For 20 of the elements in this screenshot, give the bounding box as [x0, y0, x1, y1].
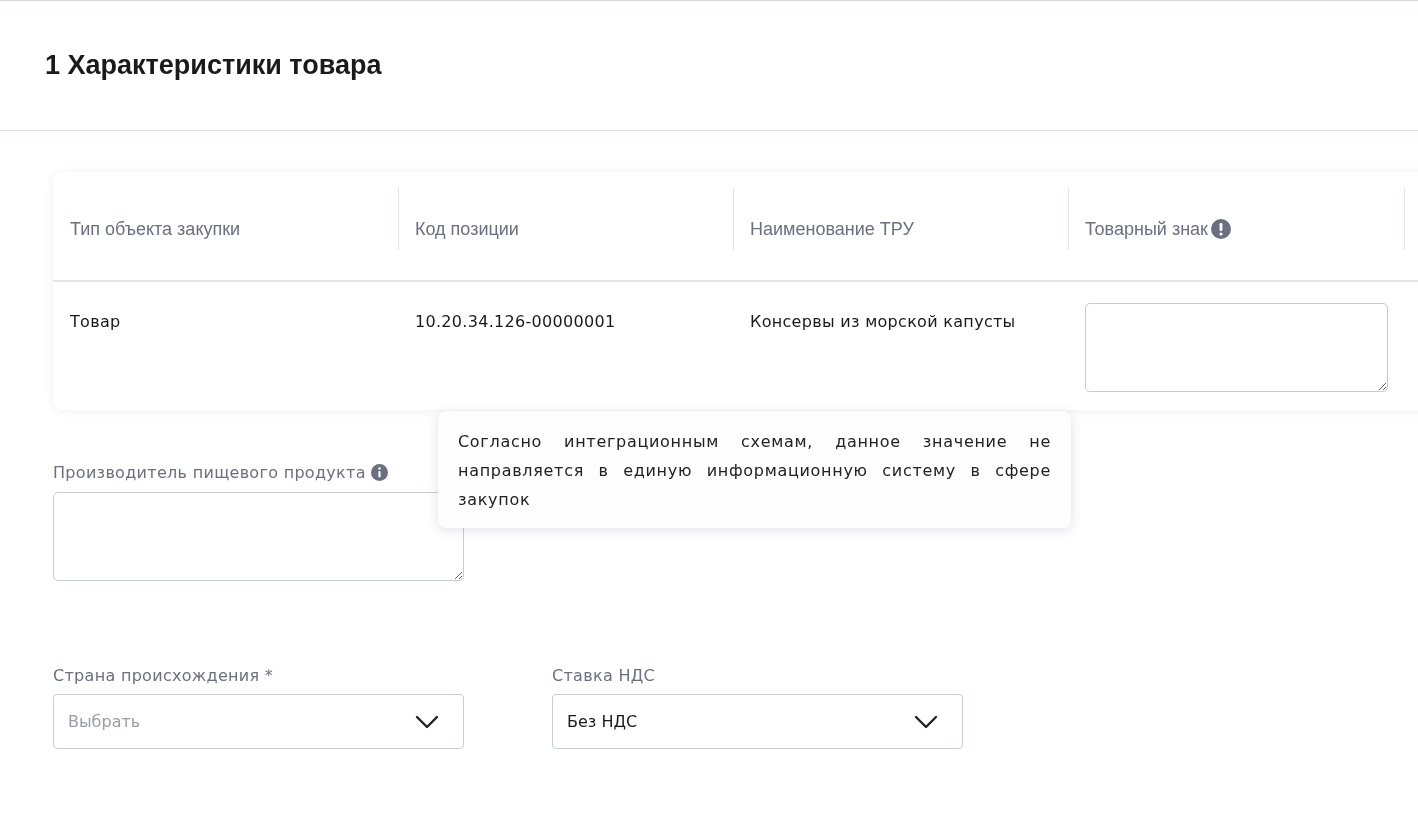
dropdown[interactable]: Без НДС: [552, 694, 963, 749]
chevron-down-icon: [914, 714, 938, 729]
column-header: Тип объекта закупки: [70, 218, 241, 240]
column-header: Код позиции: [415, 218, 519, 240]
column-header: Товарный знак: [1085, 218, 1208, 240]
table-cell: 10.20.34.126-00000001: [415, 312, 616, 331]
trademark-input[interactable]: [1085, 303, 1388, 392]
dropdown-placeholder: Выбрать: [68, 712, 141, 731]
field-label: Производитель пищевого продукта: [53, 463, 366, 482]
chevron-down-icon: [415, 714, 439, 729]
table-cell: Консервы из морской капусты: [750, 312, 1016, 331]
dropdown-value: Без НДС: [567, 712, 638, 731]
field-label: Ставка НДС: [552, 666, 656, 685]
info-icon: [370, 464, 388, 481]
section-title: 1 Характеристики товара: [45, 50, 382, 81]
field-label: Страна происхождения *: [53, 666, 275, 685]
tooltip-text: Согласно интеграционным схемам, данное значение не направляется в единую информационную систему в сфере закупок: [458, 431, 1051, 511]
column-header: Наименование ТРУ: [750, 218, 914, 240]
exclamation-icon: [1211, 219, 1231, 239]
table-cell: Товар: [70, 312, 121, 331]
